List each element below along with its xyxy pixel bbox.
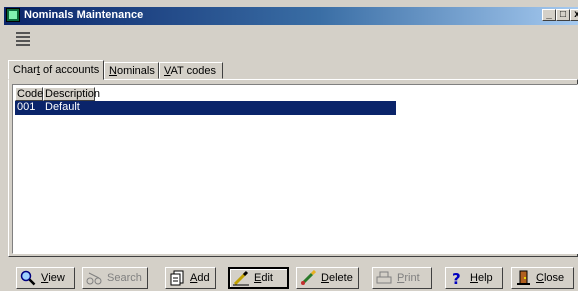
table-row[interactable]: 001 Default: [15, 101, 396, 115]
column-header-description[interactable]: Description: [43, 87, 100, 101]
door-exit-icon: [515, 270, 531, 286]
tab-label-part: of accounts: [39, 64, 100, 76]
window-title: Nominals Maintenance: [24, 9, 144, 21]
list-config-icon[interactable]: [14, 30, 32, 48]
add-accelerator: A: [190, 272, 198, 284]
help-label: elp: [477, 272, 493, 284]
view-accelerator: V: [41, 272, 49, 284]
title-bar[interactable]: Nominals Maintenance _ □ x: [4, 7, 578, 25]
pencil-icon: [233, 270, 249, 286]
close-button[interactable]: Close: [511, 267, 574, 289]
cell-code: 001: [17, 101, 36, 113]
search-label: Search: [107, 272, 142, 284]
print-accelerator: P: [397, 272, 405, 284]
nominals-maintenance-window: Nominals Maintenance _ □ x Chart of acco…: [0, 0, 578, 291]
button-bar: View Search Add Edit Delete P rint ? H e…: [0, 262, 578, 291]
tab-nominals[interactable]: Nominals: [104, 62, 159, 79]
help-button[interactable]: ? Help: [445, 267, 503, 289]
column-header-code[interactable]: Code: [15, 87, 43, 101]
edit-label: dit: [261, 272, 273, 284]
add-label: dd: [197, 272, 210, 284]
delete-label: elete: [328, 272, 353, 284]
app-icon: [6, 8, 20, 22]
svg-text:?: ?: [452, 270, 461, 286]
tab-vat-codes[interactable]: VAT codes: [159, 62, 223, 79]
tab-accelerator: N: [109, 65, 117, 77]
search-button[interactable]: Search: [82, 267, 148, 289]
view-label: iew: [48, 272, 65, 284]
print-label: rint: [404, 272, 420, 284]
help-accelerator: H: [470, 272, 478, 284]
question-icon: ?: [449, 270, 465, 288]
delete-button[interactable]: Delete: [296, 267, 359, 289]
edit-button[interactable]: Edit: [228, 267, 289, 289]
document-add-icon: [169, 270, 185, 286]
close-window-button[interactable]: x: [570, 9, 578, 21]
print-button[interactable]: Print: [372, 267, 432, 289]
edit-accelerator: E: [254, 272, 262, 284]
add-button[interactable]: Add: [165, 267, 216, 289]
tab-label-part: ominals: [116, 65, 155, 77]
view-button[interactable]: View: [16, 267, 75, 289]
grid-header: Code Description: [15, 87, 100, 101]
cell-description: Default: [45, 101, 80, 113]
tab-label-part: Char: [13, 64, 37, 76]
accounts-grid[interactable]: Code Description 001 Default: [12, 84, 578, 254]
minimize-button[interactable]: _: [542, 9, 556, 21]
delete-accelerator: D: [321, 272, 329, 284]
close-label: lose: [543, 272, 565, 284]
tab-label-part: AT codes: [170, 65, 216, 77]
magnifier-icon: [20, 270, 36, 286]
maximize-button[interactable]: □: [556, 9, 570, 21]
close-accelerator: C: [536, 272, 544, 284]
printer-icon: [376, 270, 392, 286]
binoculars-icon: [86, 270, 102, 286]
tab-chart-of-accounts[interactable]: Chart of accounts: [8, 60, 104, 80]
eraser-icon: [300, 269, 317, 286]
